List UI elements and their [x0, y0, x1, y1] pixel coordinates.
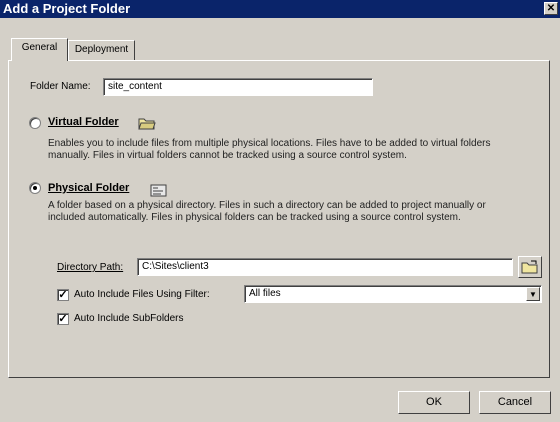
- tab-general-label: General: [21, 42, 58, 53]
- browse-folder-icon: [521, 260, 538, 274]
- filter-dropdown-button[interactable]: ▼: [526, 287, 540, 301]
- directory-path-input[interactable]: C:\Sites\client3: [137, 258, 513, 276]
- tab-deployment-label: Deployment: [74, 44, 129, 55]
- auto-include-subfolders-checkbox[interactable]: ✓: [57, 313, 69, 325]
- checkmark-icon: ✓: [58, 313, 68, 325]
- radio-selected-dot: [33, 186, 37, 190]
- virtual-folder-description-1: Enables you to include files from multip…: [48, 138, 491, 149]
- virtual-folder-label[interactable]: Virtual Folder: [48, 116, 119, 128]
- title-bar: Add a Project Folder ✕: [0, 0, 560, 18]
- filter-select[interactable]: All files: [244, 285, 542, 303]
- physical-folder-description-1: A folder based on a physical directory. …: [48, 200, 486, 211]
- cancel-button[interactable]: Cancel: [479, 391, 551, 414]
- dialog-title: Add a Project Folder: [3, 1, 131, 16]
- folder-name-label: Folder Name:: [30, 81, 91, 92]
- ok-button[interactable]: OK: [398, 391, 470, 414]
- virtual-folder-icon: [138, 118, 156, 130]
- virtual-folder-radio[interactable]: [29, 117, 41, 129]
- physical-folder-label[interactable]: Physical Folder: [48, 182, 129, 194]
- filter-select-value: All files: [249, 288, 281, 299]
- auto-include-subfolders-label: Auto Include SubFolders: [74, 313, 184, 324]
- browse-folder-button[interactable]: [518, 256, 542, 278]
- physical-folder-description-2: included automatically. Files in physica…: [48, 212, 461, 223]
- tab-deployment[interactable]: Deployment: [68, 40, 135, 60]
- folder-name-input[interactable]: site_content: [103, 78, 373, 96]
- chevron-down-icon: ▼: [529, 290, 537, 299]
- close-icon: ✕: [546, 3, 556, 14]
- tab-general[interactable]: General: [11, 38, 68, 61]
- physical-folder-icon: [150, 184, 167, 197]
- physical-folder-radio[interactable]: [29, 182, 41, 194]
- auto-include-filter-checkbox[interactable]: ✓: [57, 289, 69, 301]
- virtual-folder-description-2: manually. Files in virtual folders canno…: [48, 150, 407, 161]
- directory-path-label: Directory Path:: [57, 262, 124, 273]
- auto-include-filter-label: Auto Include Files Using Filter:: [74, 289, 210, 300]
- close-button[interactable]: ✕: [544, 2, 558, 15]
- checkmark-icon: ✓: [58, 289, 68, 301]
